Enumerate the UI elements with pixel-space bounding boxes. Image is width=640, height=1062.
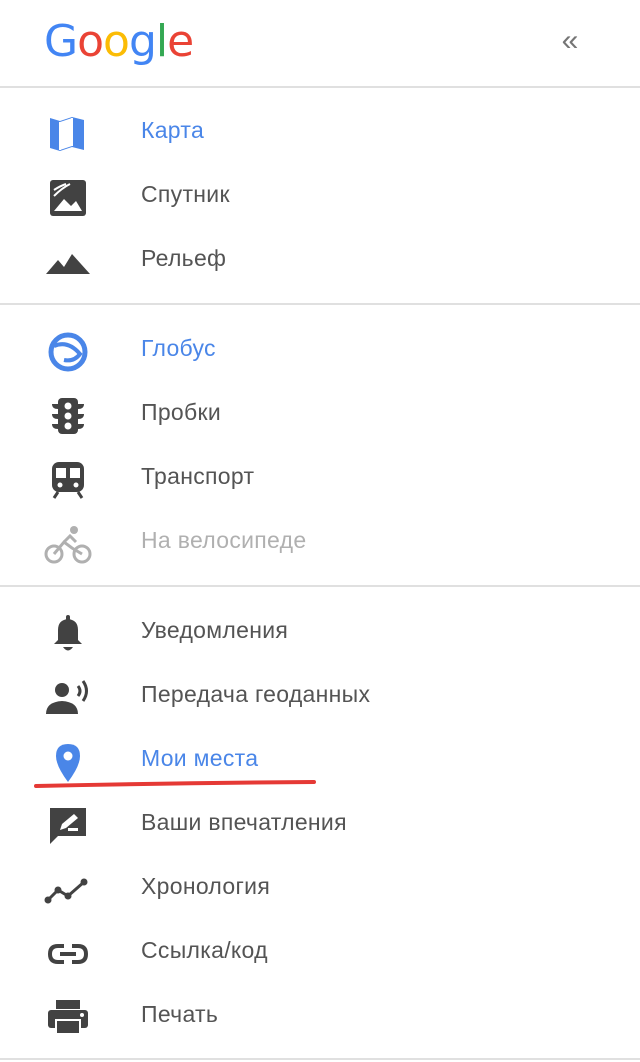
menu-item-satellite[interactable]: Спутник [0,164,640,228]
menu-item-label: Глобус [141,335,216,361]
menu-item-label: Передача геоданных [141,681,371,707]
menu-item-print[interactable]: Печать [0,984,640,1048]
menu-item-feedback[interactable]: Ваши впечатления [0,792,640,856]
menu-item-traffic[interactable]: Пробки [0,382,640,446]
place-pin-icon [44,742,92,782]
menu-item-my-places[interactable]: Мои места [0,728,640,792]
google-logo: Google [44,16,194,68]
menu-item-globe[interactable]: Глобус [0,318,640,382]
divider [0,1058,640,1060]
terrain-icon [44,242,92,282]
divider [0,303,640,305]
logo-letter: l [155,16,168,67]
link-icon [44,934,92,974]
traffic-light-icon [44,396,92,436]
divider [0,86,640,88]
menu-item-map[interactable]: Карта [0,100,640,164]
menu-item-label: Рельеф [141,245,227,271]
menu-item-label: Хронология [141,873,271,899]
logo-letter: G [44,16,78,67]
timeline-icon [44,870,92,910]
menu-item-label: Ссылка/код [141,937,268,963]
feedback-icon [44,806,92,846]
menu-item-label: Транспорт [141,463,255,489]
menu-item-bicycling[interactable]: На велосипеде [0,510,640,574]
bell-icon [44,614,92,654]
double-chevron-left-icon: « [561,24,579,57]
divider [0,585,640,587]
collapse-menu-button[interactable]: « [550,24,590,58]
map-icon [44,114,92,154]
menu-item-label: Мои места [141,745,259,771]
print-icon [44,998,92,1038]
menu-item-transit[interactable]: Транспорт [0,446,640,510]
logo-letter: o [77,16,104,67]
menu-item-label: Спутник [141,181,230,207]
menu-item-label: На велосипеде [141,527,307,553]
header: Google « [0,0,640,86]
menu-item-label: Карта [141,117,205,143]
logo-letter: o [103,16,130,67]
menu-item-label: Уведомления [141,617,289,643]
train-icon [44,460,92,500]
menu-item-notifications[interactable]: Уведомления [0,600,640,664]
menu-item-label: Ваши впечатления [141,809,347,835]
globe-icon [44,332,92,372]
menu-item-terrain[interactable]: Рельеф [0,228,640,292]
menu-item-location-sharing[interactable]: Передача геоданных [0,664,640,728]
logo-letter: g [128,16,157,67]
menu-item-label: Печать [141,1001,219,1027]
satellite-icon [44,178,92,218]
menu-item-timeline[interactable]: Хронология [0,856,640,920]
location-sharing-icon [44,678,92,718]
logo-letter: e [167,16,194,67]
bike-icon [44,524,92,564]
menu-item-label: Пробки [141,399,221,425]
menu-item-link[interactable]: Ссылка/код [0,920,640,984]
